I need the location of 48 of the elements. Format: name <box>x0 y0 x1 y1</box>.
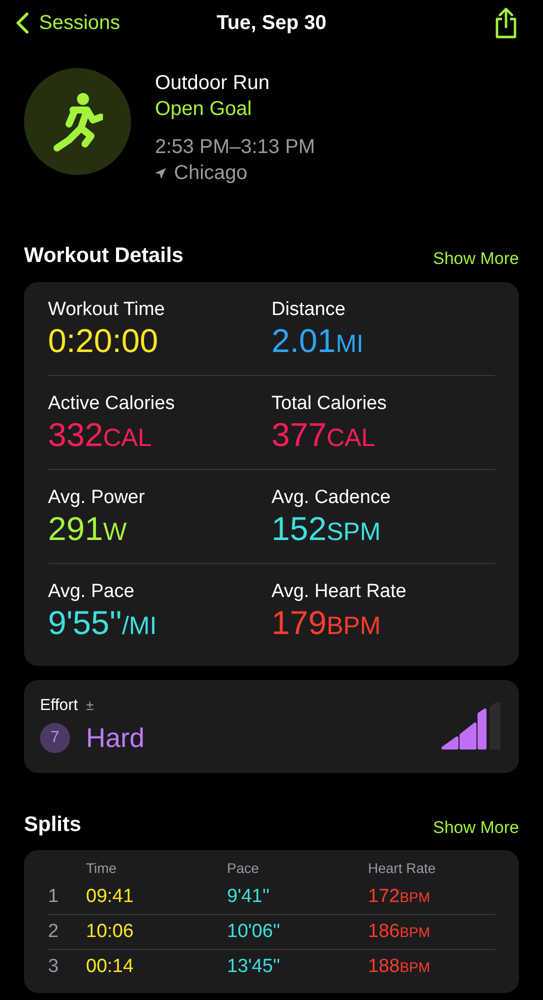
column-header: Heart Rate <box>368 859 436 878</box>
metric-value: 179BPM <box>272 604 382 642</box>
split-pace: 13'45'' <box>227 955 282 980</box>
metric-label: Total Calories <box>272 392 388 416</box>
metric-label: Active Calories <box>48 392 176 416</box>
section-title: Workout Details <box>24 243 184 269</box>
adjust-icon[interactable]: ± <box>86 695 94 716</box>
location-arrow-icon <box>155 168 166 178</box>
split-time: 00:14 <box>86 955 135 980</box>
metric-label: Distance <box>272 298 346 322</box>
effort-score: 7 <box>40 723 70 753</box>
time-range: 2:53 PM–3:13 PM <box>155 135 316 160</box>
row-number: 3 <box>48 955 60 980</box>
column-header: Pace <box>227 859 260 878</box>
metric-value: 152SPM <box>272 510 382 548</box>
share-button[interactable] <box>493 7 519 39</box>
split-heart-rate: 172BPM <box>368 884 430 909</box>
split-time: 09:41 <box>86 884 135 909</box>
show-more-link[interactable]: Show More <box>433 246 519 272</box>
goal-label: Open Goal <box>155 97 253 122</box>
nav-title: Tue, Sep 30 <box>216 11 326 36</box>
metric-label: Avg. Cadence <box>272 486 392 510</box>
effort-rating: Hard <box>86 722 145 755</box>
workout-name: Outdoor Run <box>155 71 271 96</box>
split-pace: 10'06'' <box>227 920 282 944</box>
split-pace: 9'41'' <box>227 884 271 909</box>
split-time: 10:06 <box>86 920 135 944</box>
metric-label: Avg. Pace <box>48 580 136 604</box>
column-header: Time <box>86 859 118 878</box>
metric-label: Workout Time <box>48 298 166 322</box>
row-number: 2 <box>48 920 60 944</box>
effort-label: Effort <box>40 696 78 716</box>
row-number: 1 <box>48 884 60 909</box>
split-heart-rate: 186BPM <box>368 920 430 944</box>
chevron-left-icon <box>16 12 29 34</box>
metric-value: 2.01MI <box>272 322 365 360</box>
location-label: Chicago <box>174 161 248 186</box>
metric-label: Avg. Power <box>48 486 146 510</box>
metric-value: 377CAL <box>272 416 376 454</box>
metric-value: 9'55''/MI <box>48 604 158 642</box>
back-button[interactable]: Sessions <box>16 8 120 38</box>
section-title: Splits <box>24 812 82 838</box>
metric-value: 291W <box>48 510 128 548</box>
split-heart-rate: 188BPM <box>368 955 430 980</box>
show-more-link[interactable]: Show More <box>433 814 519 840</box>
metric-value: 0:20:00 <box>48 322 160 360</box>
metric-label: Avg. Heart Rate <box>272 580 408 604</box>
metric-value: 332CAL <box>48 416 153 454</box>
